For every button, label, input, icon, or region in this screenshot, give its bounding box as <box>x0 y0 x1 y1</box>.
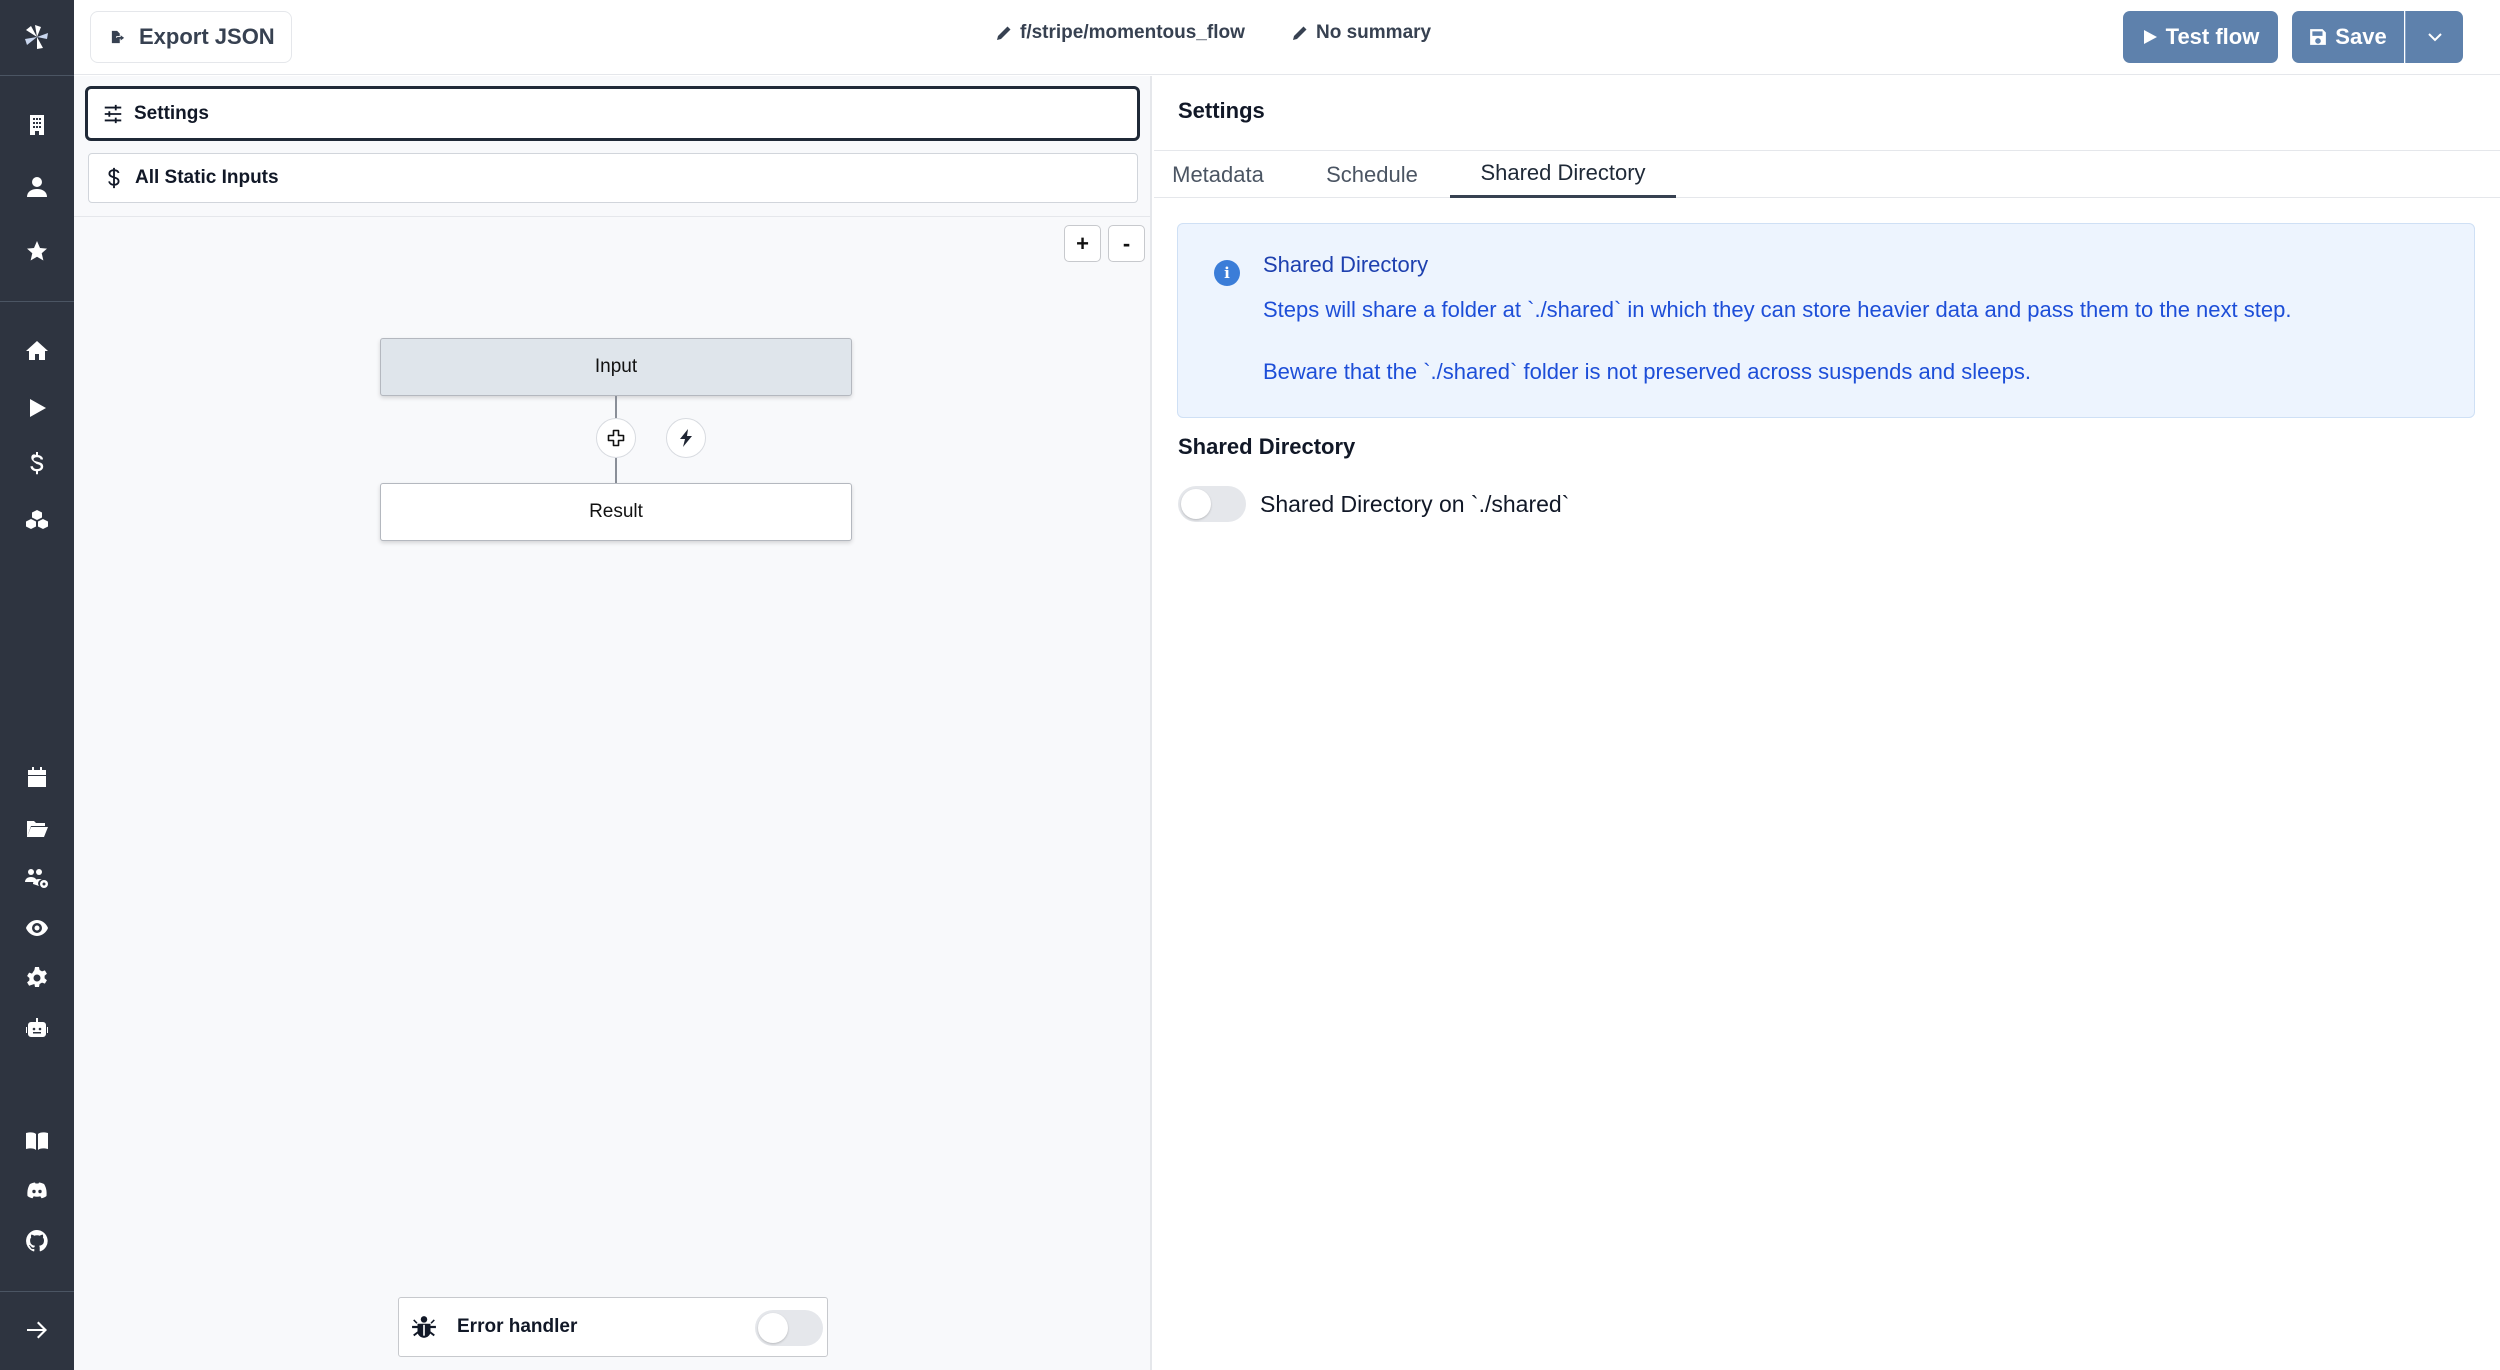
sidebar-user[interactable] <box>0 167 74 207</box>
sidebar <box>0 0 74 1370</box>
play-icon <box>2143 30 2157 44</box>
pencil-icon <box>997 26 1011 40</box>
sidebar-groups[interactable] <box>0 858 74 898</box>
flow-graph-pane: Settings All Static Inputs + - Input Res… <box>74 76 1152 1370</box>
settings-row[interactable]: Settings <box>85 86 1140 141</box>
sidebar-schedules[interactable] <box>0 758 74 798</box>
settings-label: Settings <box>134 102 209 124</box>
sidebar-runs[interactable] <box>0 388 74 428</box>
flow-summary: No summary <box>1316 22 1432 43</box>
zoom-out-button[interactable]: - <box>1108 225 1145 262</box>
sidebar-audit-logs[interactable] <box>0 908 74 948</box>
export-json-label: Export JSON <box>139 24 275 49</box>
settings-pane: Settings Metadata Schedule Shared Direct… <box>1154 76 2500 1370</box>
settings-tabs: Metadata Schedule Shared Directory <box>1154 151 2500 198</box>
tab-shared-directory[interactable]: Shared Directory <box>1450 151 1676 198</box>
tab-metadata[interactable]: Metadata <box>1158 151 1278 198</box>
error-handler-toggle[interactable] <box>755 1310 823 1346</box>
users-cog-icon <box>25 869 48 888</box>
cubes-icon <box>26 510 48 529</box>
bolt-icon <box>680 429 692 447</box>
toggle-knob <box>758 1313 788 1343</box>
flow-edge <box>615 396 617 418</box>
export-json-button[interactable]: Export JSON <box>90 11 292 63</box>
chevron-down-icon <box>2427 33 2442 42</box>
sidebar-favorites[interactable] <box>0 231 74 271</box>
shared-directory-toggle-row: Shared Directory on `./shared` <box>1178 486 1569 522</box>
alert-text: Beware that the `./shared` folder is not… <box>1263 359 2031 384</box>
add-step-button[interactable] <box>596 418 636 458</box>
gear-icon <box>27 967 47 987</box>
sidebar-divider <box>0 75 74 76</box>
dollar-icon <box>30 452 44 475</box>
flow-path: f/stripe/momentous_flow <box>1020 22 1245 43</box>
zoom-in-button[interactable]: + <box>1064 225 1101 262</box>
bug-icon <box>412 1316 436 1338</box>
sidebar-divider <box>0 1291 74 1292</box>
tab-schedule[interactable]: Schedule <box>1302 151 1442 198</box>
all-static-inputs-label: All Static Inputs <box>135 167 279 188</box>
save-button[interactable]: Save <box>2292 11 2404 63</box>
user-icon <box>27 177 47 197</box>
sidebar-expand[interactable] <box>0 1310 74 1350</box>
sidebar-resources[interactable] <box>0 500 74 540</box>
test-flow-label: Test flow <box>2165 24 2260 49</box>
building-icon <box>30 115 44 135</box>
discord-icon <box>27 1182 47 1199</box>
sidebar-discord[interactable] <box>0 1171 74 1211</box>
shared-directory-toggle-label: Shared Directory on `./shared` <box>1260 490 1570 517</box>
play-icon <box>30 399 46 417</box>
flow-node-input[interactable]: Input <box>380 338 852 396</box>
flow-editor-header: Export JSON f/stripe/momentous_flow No s… <box>74 0 2500 75</box>
add-trigger-button[interactable] <box>666 418 706 458</box>
flow-node-result[interactable]: Result <box>380 483 852 541</box>
robot-icon <box>26 1018 48 1037</box>
sidebar-folders[interactable] <box>0 809 74 849</box>
shared-directory-info-alert: i Shared Directory Steps will share a fo… <box>1177 223 2475 418</box>
error-handler-row[interactable]: Error handler <box>398 1297 828 1357</box>
all-static-inputs-row[interactable]: All Static Inputs <box>88 153 1138 203</box>
flow-summary-editor[interactable]: No summary <box>1292 22 1431 44</box>
calendar-icon <box>28 767 46 787</box>
alert-text: Steps will share a folder at `./shared` … <box>1263 297 2292 322</box>
alert-title: Shared Directory <box>1263 252 1429 277</box>
home-icon <box>26 341 48 360</box>
plus-outline-icon <box>607 429 625 447</box>
node-label: Input <box>594 356 638 377</box>
arrow-right-icon <box>27 1321 47 1339</box>
sidebar-workspace[interactable] <box>0 105 74 145</box>
flow-edge <box>615 458 617 483</box>
error-handler-label: Error handler <box>457 1316 578 1337</box>
node-label: Result <box>589 501 643 522</box>
sidebar-docs[interactable] <box>0 1121 74 1161</box>
github-icon <box>26 1230 48 1252</box>
sidebar-home[interactable] <box>0 331 74 371</box>
sidebar-github[interactable] <box>0 1221 74 1261</box>
shared-directory-toggle[interactable] <box>1178 486 1246 522</box>
file-export-icon <box>111 30 125 44</box>
book-icon <box>26 1132 48 1150</box>
save-options-dropdown[interactable] <box>2405 11 2463 63</box>
info-icon: i <box>1214 260 1240 286</box>
test-flow-button[interactable]: Test flow <box>2123 11 2278 63</box>
pane-divider <box>74 216 1152 217</box>
eye-icon <box>26 920 48 936</box>
sidebar-divider <box>0 301 74 302</box>
flow-path-editor[interactable]: f/stripe/momentous_flow <box>996 22 1245 44</box>
pencil-icon <box>1293 26 1307 40</box>
toggle-knob <box>1181 489 1211 519</box>
sliders-icon <box>104 104 122 123</box>
sidebar-ai[interactable] <box>0 1008 74 1048</box>
sidebar-variables[interactable] <box>0 443 74 483</box>
folder-open-icon <box>27 821 48 837</box>
shared-directory-section-label: Shared Directory <box>1178 434 1356 459</box>
floppy-disk-icon <box>2310 29 2327 45</box>
settings-title: Settings <box>1178 98 1265 123</box>
star-icon <box>27 241 47 261</box>
save-label: Save <box>2335 24 2387 49</box>
windmill-logo[interactable] <box>0 12 74 62</box>
sidebar-workers[interactable] <box>0 958 74 998</box>
dollar-icon <box>108 167 120 189</box>
